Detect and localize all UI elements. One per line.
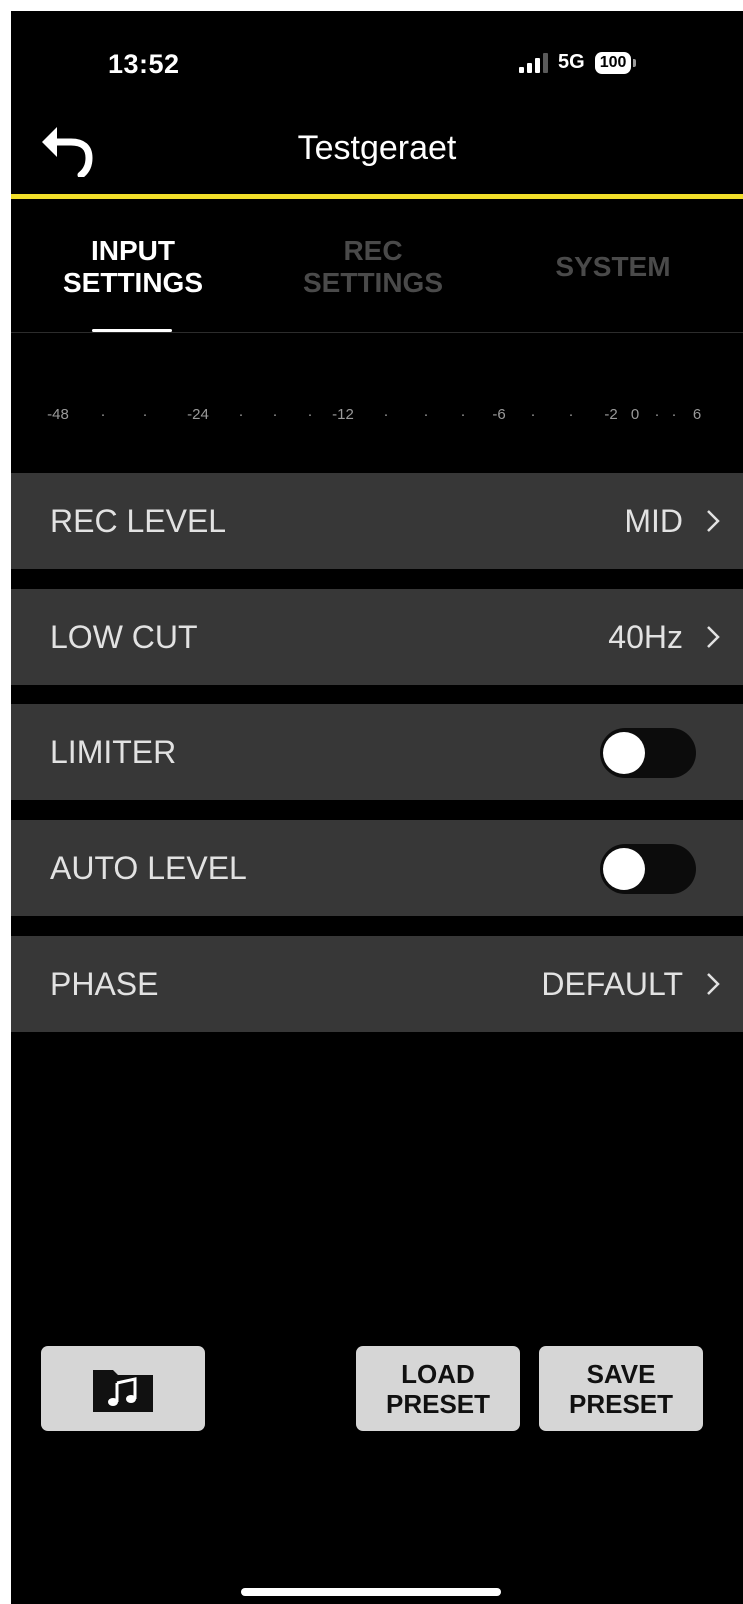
meter-tick: ·	[142, 406, 148, 423]
meter-tick: ·	[307, 406, 313, 423]
meter-tick: -2	[604, 406, 618, 423]
auto-level-row: AUTO LEVEL	[11, 820, 743, 916]
app-screen: 13:52 5G 100 Testgeraet INPUT SETTINGS R…	[11, 11, 743, 1604]
meter-tick: ·	[100, 406, 106, 423]
level-meter-scale: -48 · · -24 · · · -12 · · · -6 · · -2 0 …	[11, 406, 743, 430]
meter-tick: ·	[460, 406, 466, 423]
meter-tick: -6	[492, 406, 506, 423]
load-preset-button[interactable]: LOAD PRESET	[356, 1346, 520, 1431]
status-time: 13:52	[108, 49, 180, 79]
meter-tick: ·	[423, 406, 429, 423]
tab-rec-settings[interactable]: REC SETTINGS	[281, 235, 465, 299]
auto-level-label: AUTO LEVEL	[50, 850, 247, 886]
limiter-label: LIMITER	[50, 734, 177, 770]
meter-tick: ·	[383, 406, 389, 423]
phase-label: PHASE	[50, 966, 159, 1002]
phase-value: DEFAULT	[541, 966, 683, 1002]
status-indicators: 5G 100	[519, 51, 637, 74]
low-cut-row[interactable]: LOW CUT 40Hz	[11, 589, 743, 685]
auto-level-toggle[interactable]	[600, 844, 696, 894]
low-cut-value: 40Hz	[608, 619, 683, 655]
chevron-right-icon	[707, 510, 720, 532]
chevron-right-icon	[707, 973, 720, 995]
meter-tick: ·	[654, 406, 660, 423]
limiter-row: LIMITER	[11, 704, 743, 800]
phase-row[interactable]: PHASE DEFAULT	[11, 936, 743, 1032]
meter-tick: 0	[630, 406, 640, 423]
file-browser-button[interactable]	[41, 1346, 205, 1431]
network-type: 5G	[558, 51, 585, 73]
meter-tick: ·	[238, 406, 244, 423]
low-cut-label: LOW CUT	[50, 619, 198, 655]
save-preset-button[interactable]: SAVE PRESET	[539, 1346, 703, 1431]
rec-level-label: REC LEVEL	[50, 503, 227, 539]
tab-system[interactable]: SYSTEM	[521, 251, 705, 283]
meter-tick: 6	[692, 406, 702, 423]
home-indicator[interactable]	[241, 1588, 501, 1596]
accent-divider	[11, 194, 743, 199]
chevron-right-icon	[707, 626, 720, 648]
signal-strength-icon	[519, 52, 548, 73]
battery-level: 100	[594, 51, 632, 74]
meter-tick: -12	[332, 406, 354, 423]
toggle-knob	[603, 732, 645, 774]
tab-divider	[11, 332, 743, 333]
meter-tick: ·	[530, 406, 536, 423]
tab-input-settings[interactable]: INPUT SETTINGS	[41, 235, 225, 299]
toggle-knob	[603, 848, 645, 890]
page-title: Testgeraet	[297, 129, 457, 167]
rec-level-value: MID	[624, 503, 683, 539]
meter-tick: ·	[671, 406, 677, 423]
meter-tick: ·	[568, 406, 574, 423]
meter-tick: -48	[47, 406, 69, 423]
limiter-toggle[interactable]	[600, 728, 696, 778]
meter-tick: ·	[272, 406, 278, 423]
music-folder-icon	[93, 1369, 153, 1412]
battery-icon: 100	[594, 51, 637, 74]
meter-tick: -24	[187, 406, 209, 423]
rec-level-row[interactable]: REC LEVEL MID	[11, 473, 743, 569]
